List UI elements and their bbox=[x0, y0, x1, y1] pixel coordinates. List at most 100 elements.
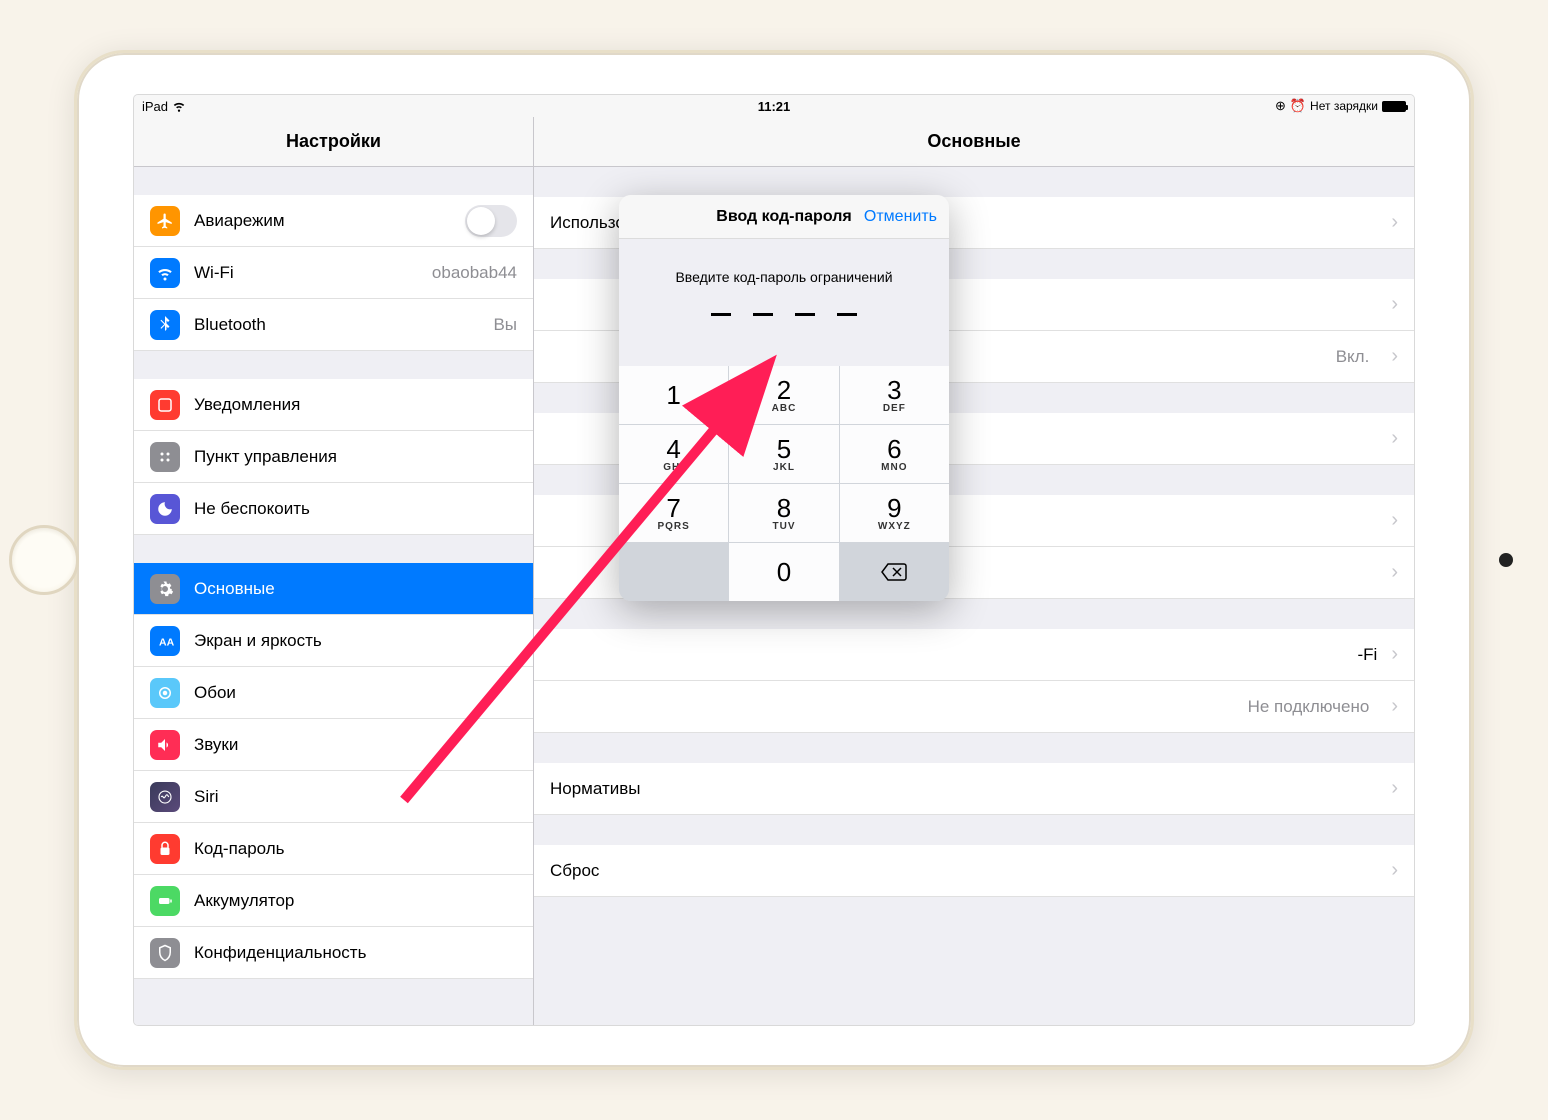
status-time: 11:21 bbox=[758, 99, 791, 114]
general-icon bbox=[150, 574, 180, 604]
pin-slot bbox=[795, 313, 815, 316]
modal-prompt: Введите код-пароль ограничений bbox=[639, 269, 929, 285]
sidebar-item-label: Звуки bbox=[194, 735, 517, 755]
keypad-key-5[interactable]: 5JKL bbox=[729, 425, 838, 483]
sidebar-item-label: Основные bbox=[194, 579, 517, 599]
chevron-right-icon: › bbox=[1391, 427, 1398, 450]
detail-row-regulatory[interactable]: Нормативы › bbox=[534, 763, 1414, 815]
pin-slot bbox=[711, 313, 731, 316]
dnd-icon bbox=[150, 494, 180, 524]
home-button[interactable] bbox=[9, 525, 79, 595]
sidebar-item-value: obaobab44 bbox=[432, 263, 517, 283]
keypad-key-2[interactable]: 2ABC bbox=[729, 366, 838, 424]
keypad-key-8[interactable]: 8TUV bbox=[729, 484, 838, 542]
pin-slot bbox=[753, 313, 773, 316]
notify-icon bbox=[150, 390, 180, 420]
keypad-backspace[interactable] bbox=[840, 543, 949, 601]
sidebar-item-wifi[interactable]: Wi-Fi obaobab44 bbox=[134, 247, 533, 299]
keypad-key-1[interactable]: 1 bbox=[619, 366, 728, 424]
battery-icon bbox=[1382, 101, 1406, 112]
detail-row-label: Сброс bbox=[550, 861, 1377, 881]
keypad-key-4[interactable]: 4GHI bbox=[619, 425, 728, 483]
passcode-modal: Ввод код-пароля Отменить Введите код-пар… bbox=[619, 195, 949, 601]
detail-value: Не подключено bbox=[1248, 697, 1370, 717]
sidebar-item-wallpaper[interactable]: Обои bbox=[134, 667, 533, 719]
settings-sidebar: Настройки Авиарежим Wi-Fi obaobab44 Bluetoo… bbox=[134, 117, 534, 1025]
status-bar: iPad 11:21 ⊕ ⏰ Нет зарядки bbox=[134, 95, 1414, 117]
sidebar-item-label: Авиарежим bbox=[194, 211, 451, 231]
chevron-right-icon: › bbox=[1391, 859, 1398, 882]
sidebar-item-label: Аккумулятор bbox=[194, 891, 517, 911]
chevron-right-icon: › bbox=[1391, 211, 1398, 234]
chevron-right-icon: › bbox=[1391, 561, 1398, 584]
passcode-icon bbox=[150, 834, 180, 864]
detail-row-wifi-sync[interactable]: -Fi › bbox=[534, 629, 1414, 681]
sidebar-item-label: Не беспокоить bbox=[194, 499, 517, 519]
toggle-switch[interactable] bbox=[465, 205, 517, 237]
orientation-lock-icon: ⊕ bbox=[1275, 98, 1286, 114]
svg-text:AA: AA bbox=[159, 636, 174, 648]
chevron-right-icon: › bbox=[1391, 643, 1398, 666]
sidebar-item-label: Обои bbox=[194, 683, 517, 703]
sidebar-item-sounds[interactable]: Звуки bbox=[134, 719, 533, 771]
numeric-keypad: 12ABC3DEF 4GHI5JKL6MNO 7PQRS8TUV9WXYZ0 bbox=[619, 366, 949, 601]
sidebar-item-label: Siri bbox=[194, 787, 517, 807]
sidebar-item-notifications[interactable]: Уведомления bbox=[134, 379, 533, 431]
sidebar-item-label: Wi-Fi bbox=[194, 263, 418, 283]
detail-row-label: Нормативы bbox=[550, 779, 1377, 799]
sidebar-item-privacy[interactable]: Конфиденциальность bbox=[134, 927, 533, 979]
airplane-icon bbox=[150, 206, 180, 236]
keypad-key-0[interactable]: 0 bbox=[729, 543, 838, 601]
keypad-spacer bbox=[619, 543, 728, 601]
sidebar-item-control-center[interactable]: Пункт управления bbox=[134, 431, 533, 483]
sidebar-item-label: Bluetooth bbox=[194, 315, 479, 335]
sidebar-item-label: Экран и яркость bbox=[194, 631, 517, 651]
sidebar-item-label: Пункт управления bbox=[194, 447, 517, 467]
siri-icon bbox=[150, 782, 180, 812]
detail-row-reset[interactable]: Сброс › bbox=[534, 845, 1414, 897]
privacy-icon bbox=[150, 938, 180, 968]
wallpaper-icon bbox=[150, 678, 180, 708]
sidebar-item-siri[interactable]: Siri bbox=[134, 771, 533, 823]
pin-slots bbox=[639, 313, 929, 316]
backspace-icon bbox=[880, 562, 908, 582]
chevron-right-icon: › bbox=[1391, 293, 1398, 316]
detail-title: Основные bbox=[534, 117, 1414, 167]
detail-row-label: -Fi bbox=[550, 645, 1377, 665]
camera-dot bbox=[1499, 553, 1513, 567]
keypad-key-9[interactable]: 9WXYZ bbox=[840, 484, 949, 542]
bluetooth-icon bbox=[150, 310, 180, 340]
modal-title: Ввод код-пароля bbox=[716, 208, 851, 226]
sounds-icon bbox=[150, 730, 180, 760]
chevron-right-icon: › bbox=[1391, 777, 1398, 800]
sidebar-item-passcode[interactable]: Код-пароль bbox=[134, 823, 533, 875]
sidebar-item-do-not-disturb[interactable]: Не беспокоить bbox=[134, 483, 533, 535]
keypad-key-6[interactable]: 6MNO bbox=[840, 425, 949, 483]
sidebar-item-bluetooth[interactable]: Bluetooth Вы bbox=[134, 299, 533, 351]
keypad-key-3[interactable]: 3DEF bbox=[840, 366, 949, 424]
sidebar-item-value: Вы bbox=[493, 315, 517, 335]
wifi-icon bbox=[172, 99, 186, 113]
pin-slot bbox=[837, 313, 857, 316]
chevron-right-icon: › bbox=[1391, 509, 1398, 532]
sidebar-item-general[interactable]: Основные bbox=[134, 563, 533, 615]
chevron-right-icon: › bbox=[1391, 695, 1398, 718]
chevron-right-icon: › bbox=[1391, 345, 1398, 368]
status-device: iPad bbox=[142, 99, 168, 114]
sidebar-item-label: Конфиденциальность bbox=[194, 943, 517, 963]
control-icon bbox=[150, 442, 180, 472]
modal-cancel-button[interactable]: Отменить bbox=[864, 208, 937, 226]
display-icon: AA bbox=[150, 626, 180, 656]
sidebar-item-airplane[interactable]: Авиарежим bbox=[134, 195, 533, 247]
wifi-icon bbox=[150, 258, 180, 288]
battery-icon bbox=[150, 886, 180, 916]
status-charging: Нет зарядки bbox=[1310, 99, 1378, 113]
sidebar-item-display[interactable]: AA Экран и яркость bbox=[134, 615, 533, 667]
detail-value: Вкл. bbox=[1336, 347, 1370, 367]
sidebar-item-label: Код-пароль bbox=[194, 839, 517, 859]
detail-row-vpn[interactable]: Не подключено › bbox=[534, 681, 1414, 733]
sidebar-item-battery[interactable]: Аккумулятор bbox=[134, 875, 533, 927]
sidebar-title: Настройки bbox=[134, 117, 533, 167]
keypad-key-7[interactable]: 7PQRS bbox=[619, 484, 728, 542]
alarm-icon: ⏰ bbox=[1290, 98, 1306, 114]
